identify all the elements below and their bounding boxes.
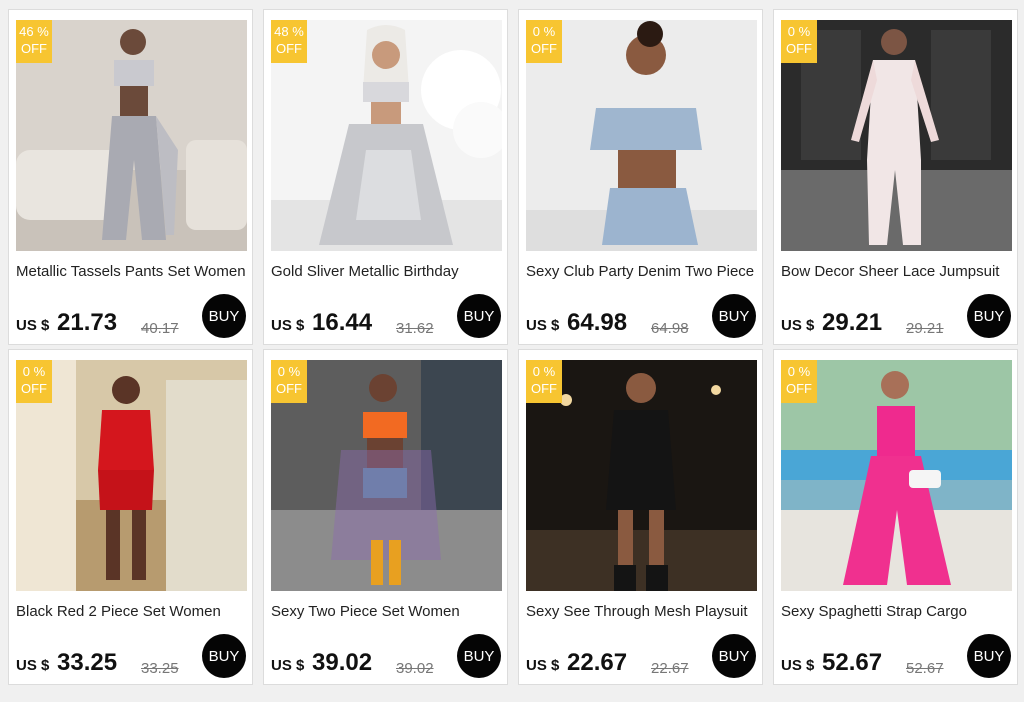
sale-price: 29.21 [822, 309, 883, 336]
discount-off-label: OFF [786, 381, 812, 396]
discount-percent: 48 % [274, 24, 304, 39]
product-grid: 46 % OFF Metallic Tassels Pants Set Wome… [0, 0, 1024, 702]
currency-label: US $ [271, 657, 305, 674]
sale-price: 16.44 [312, 309, 373, 336]
sale-price: 64.98 [567, 309, 628, 336]
original-price: 40.17 [141, 320, 179, 337]
buy-button[interactable]: BUY [967, 294, 1011, 338]
currency-label: US $ [16, 657, 50, 674]
product-card[interactable]: 0 % OFF Sexy Two Piece Set Women US $ 39… [263, 349, 508, 685]
discount-badge: 0 % OFF [526, 20, 562, 63]
discount-off-label: OFF [21, 41, 47, 56]
discount-percent: 0 % [22, 364, 46, 379]
product-card[interactable]: 0 % OFF Sexy See Through Mesh Playsuit U… [518, 349, 763, 685]
product-card[interactable]: 0 % OFF Black Red 2 Piece Set Women US $… [8, 349, 253, 685]
currency-label: US $ [271, 317, 305, 334]
discount-badge: 0 % OFF [781, 20, 817, 63]
buy-button[interactable]: BUY [967, 634, 1011, 678]
discount-off-label: OFF [276, 381, 302, 396]
original-price: 52.67 [906, 660, 944, 677]
discount-badge: 0 % OFF [781, 360, 817, 403]
discount-off-label: OFF [276, 41, 302, 56]
discount-off-label: OFF [21, 381, 47, 396]
buy-button[interactable]: BUY [202, 634, 246, 678]
product-card[interactable]: 48 % OFF Gold Sliver Metallic Birthday U… [263, 9, 508, 345]
original-price: 22.67 [651, 660, 689, 677]
original-price: 31.62 [396, 320, 434, 337]
currency-label: US $ [781, 657, 815, 674]
discount-off-label: OFF [531, 381, 557, 396]
discount-percent: 0 % [532, 364, 556, 379]
discount-percent: 0 % [277, 364, 301, 379]
currency-label: US $ [526, 317, 560, 334]
buy-button[interactable]: BUY [457, 634, 501, 678]
buy-button[interactable]: BUY [457, 294, 501, 338]
product-title[interactable]: Sexy See Through Mesh Playsuit [526, 603, 762, 620]
sale-price: 21.73 [57, 309, 118, 336]
discount-percent: 46 % [19, 24, 49, 39]
product-title[interactable]: Sexy Two Piece Set Women [271, 603, 507, 620]
currency-label: US $ [781, 317, 815, 334]
sale-price: 39.02 [312, 649, 373, 676]
product-card[interactable]: 0 % OFF Sexy Club Party Denim Two Piece … [518, 9, 763, 345]
original-price: 64.98 [651, 320, 689, 337]
product-title[interactable]: Bow Decor Sheer Lace Jumpsuit [781, 263, 1017, 280]
discount-percent: 0 % [787, 24, 811, 39]
buy-button[interactable]: BUY [712, 294, 756, 338]
discount-badge: 0 % OFF [526, 360, 562, 403]
discount-badge: 48 % OFF [271, 20, 307, 63]
discount-badge: 46 % OFF [16, 20, 52, 63]
discount-off-label: OFF [531, 41, 557, 56]
original-price: 29.21 [906, 320, 944, 337]
discount-badge: 0 % OFF [271, 360, 307, 403]
original-price: 33.25 [141, 660, 179, 677]
product-card[interactable]: 0 % OFF Sexy Spaghetti Strap Cargo US $ … [773, 349, 1018, 685]
discount-percent: 0 % [532, 24, 556, 39]
product-title[interactable]: Sexy Spaghetti Strap Cargo [781, 603, 1017, 620]
currency-label: US $ [526, 657, 560, 674]
sale-price: 33.25 [57, 649, 118, 676]
product-title[interactable]: Black Red 2 Piece Set Women [16, 603, 252, 620]
product-card[interactable]: 0 % OFF Bow Decor Sheer Lace Jumpsuit US… [773, 9, 1018, 345]
discount-off-label: OFF [786, 41, 812, 56]
product-title[interactable]: Gold Sliver Metallic Birthday [271, 263, 507, 280]
currency-label: US $ [16, 317, 50, 334]
product-card[interactable]: 46 % OFF Metallic Tassels Pants Set Wome… [8, 9, 253, 345]
buy-button[interactable]: BUY [202, 294, 246, 338]
sale-price: 52.67 [822, 649, 883, 676]
discount-badge: 0 % OFF [16, 360, 52, 403]
sale-price: 22.67 [567, 649, 628, 676]
discount-percent: 0 % [787, 364, 811, 379]
product-title[interactable]: Metallic Tassels Pants Set Women [16, 263, 252, 280]
original-price: 39.02 [396, 660, 434, 677]
buy-button[interactable]: BUY [712, 634, 756, 678]
product-title[interactable]: Sexy Club Party Denim Two Piece [526, 263, 762, 280]
